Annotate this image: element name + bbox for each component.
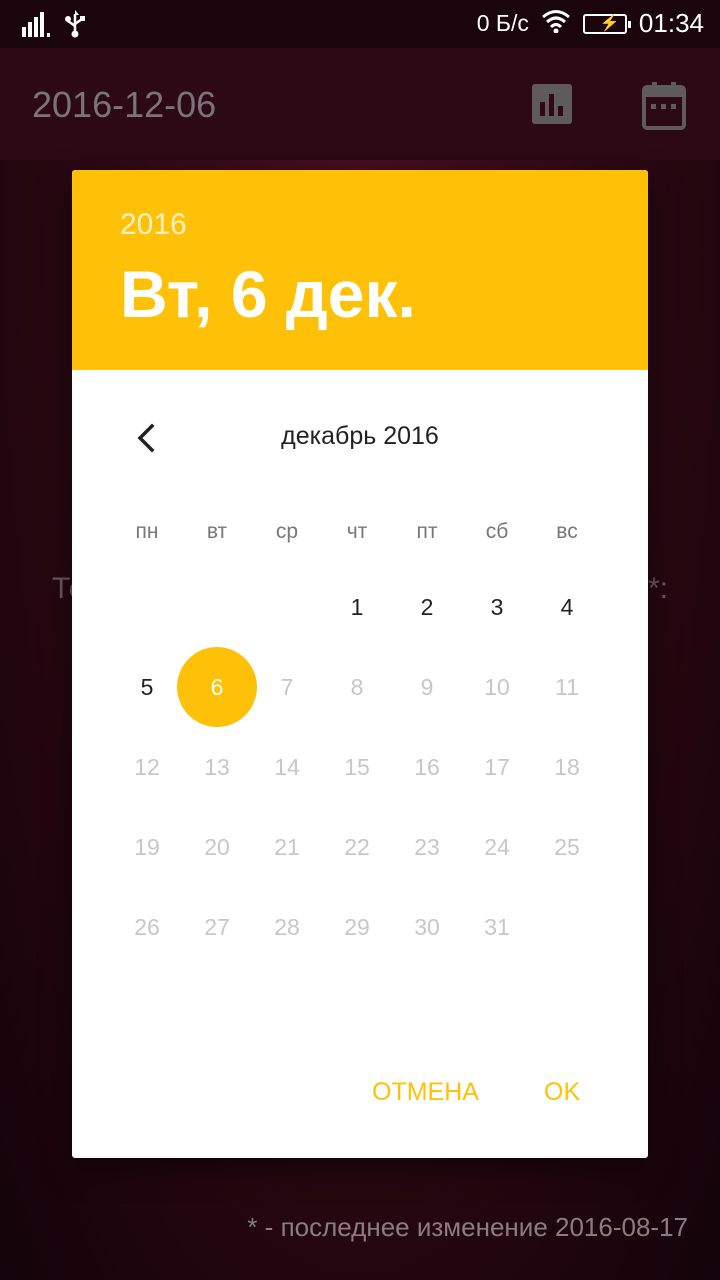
calendar-day: 11 [532, 652, 602, 722]
calendar-day: 31 [462, 892, 532, 962]
calendar-day-number: 6 [210, 673, 224, 700]
calendar-day-number: 7 [280, 673, 294, 700]
weekday-header: пн вт ср чт пт сб вс [112, 520, 602, 544]
battery-charging-icon: ⚡ [582, 13, 631, 34]
weekday-label: сб [485, 520, 509, 543]
calendar-day-number: 2 [420, 593, 434, 620]
calendar-day: 12 [112, 732, 182, 802]
month-title: декабрь 2016 [281, 422, 439, 450]
calendar-day-number: 31 [484, 913, 510, 940]
calendar-day-number: 4 [560, 593, 574, 620]
weekday-label: ср [275, 520, 299, 543]
calendar-day: 8 [322, 652, 392, 722]
calendar-day-number: 11 [555, 673, 579, 700]
weekday-label: вт [206, 520, 228, 543]
weekday-label: вс [556, 520, 578, 543]
date-picker-dialog: 2016 Вт, 6 дек. декабрь 2016 пн вт ср чт… [72, 170, 648, 1158]
weekday-label: пн [135, 520, 159, 543]
calendar-day[interactable]: 1 [322, 572, 392, 642]
calendar-day-number: 21 [274, 833, 300, 860]
calendar-day-number: 29 [344, 913, 370, 940]
calendar-day-number: 5 [140, 673, 154, 700]
calendar-day: 18 [532, 732, 602, 802]
calendar-day-number: 12 [134, 753, 160, 780]
calendar-day-number: 28 [274, 913, 300, 940]
calendar-day[interactable]: 5 [112, 652, 182, 722]
calendar-day: 24 [462, 812, 532, 882]
calendar-day: 14 [252, 732, 322, 802]
weekday-label: пт [416, 520, 438, 543]
calendar-day-number: 26 [134, 913, 160, 940]
calendar-day-number: 10 [484, 673, 510, 700]
calendar-day[interactable]: 4 [532, 572, 602, 642]
calendar-day: 22 [322, 812, 392, 882]
calendar-day-number: 25 [554, 833, 580, 860]
calendar-day[interactable]: 2 [392, 572, 462, 642]
weekday-label: чт [346, 520, 368, 543]
data-rate-text: 0 Б/с [476, 10, 529, 36]
calendar-week-row: 19 20 21 22 23 24 25 [112, 812, 602, 882]
calendar-day: 23 [392, 812, 462, 882]
calendar-day-number: 3 [490, 593, 504, 620]
calendar-day-number: 17 [484, 753, 510, 780]
calendar-day: 21 [252, 812, 322, 882]
calendar-week-row: 12 13 14 15 16 17 18 [112, 732, 602, 802]
calendar-day: 29 [322, 892, 392, 962]
calendar-day-number: 1 [350, 593, 364, 620]
calendar-week-row: 26 27 28 29 30 31 [112, 892, 602, 962]
calendar-day-selected[interactable]: 6 [177, 647, 257, 727]
calendar-day: 10 [462, 652, 532, 722]
calendar-day[interactable]: 3 [462, 572, 532, 642]
calendar-day: 27 [182, 892, 252, 962]
ok-button[interactable]: OK [544, 1078, 580, 1107]
calendar-day-number: 23 [414, 833, 440, 860]
calendar-day-number: 18 [554, 753, 580, 780]
calendar-day: 26 [112, 892, 182, 962]
header-year[interactable]: 2016 [120, 208, 187, 242]
calendar-week-row: 1 2 3 4 [112, 572, 602, 642]
app-bar: 2016-12-06 [0, 48, 720, 160]
calendar-day-number: 27 [204, 913, 230, 940]
status-time: 01:34 [638, 8, 704, 38]
calendar-day-number: 19 [134, 833, 160, 860]
cancel-button[interactable]: ОТМЕНА [372, 1078, 479, 1107]
calendar-day: 30 [392, 892, 462, 962]
calendar-day-number: 22 [344, 833, 370, 860]
calendar-day: 7 [252, 652, 322, 722]
wifi-icon [541, 9, 571, 39]
status-bar: 0 Б/с ⚡ 01:34 [0, 0, 720, 48]
calendar-day-number: 9 [420, 673, 434, 700]
calendar-icon[interactable] [642, 82, 686, 135]
calendar-day-number: 20 [204, 833, 230, 860]
usb-icon [64, 10, 86, 43]
date-picker-header: 2016 Вт, 6 дек. [72, 170, 648, 370]
app-bar-title: 2016-12-06 [32, 84, 217, 125]
calendar-day-number: 8 [350, 673, 364, 700]
bar-chart-icon[interactable] [530, 82, 574, 131]
calendar-day-number: 14 [274, 753, 300, 780]
calendar-day-number: 15 [344, 753, 370, 780]
signal-icon [22, 11, 52, 42]
calendar-day: 28 [252, 892, 322, 962]
header-selected-date[interactable]: Вт, 6 дек. [120, 256, 416, 332]
last-change-footer: * - последнее изменение 2016-08-17 [247, 1212, 688, 1242]
calendar-day: 17 [462, 732, 532, 802]
calendar-day-number: 16 [414, 753, 440, 780]
calendar-day: 19 [112, 812, 182, 882]
calendar-day: 9 [392, 652, 462, 722]
calendar-day: 16 [392, 732, 462, 802]
calendar-day-number: 30 [414, 913, 440, 940]
calendar-day-number: 24 [484, 833, 510, 860]
calendar-week-row: 5 6 7 8 9 10 11 [112, 647, 602, 727]
calendar-day: 15 [322, 732, 392, 802]
calendar-day: 25 [532, 812, 602, 882]
calendar-day: 20 [182, 812, 252, 882]
background-label-suffix: *: [648, 572, 669, 605]
calendar-day-number: 13 [204, 753, 230, 780]
calendar-day: 13 [182, 732, 252, 802]
